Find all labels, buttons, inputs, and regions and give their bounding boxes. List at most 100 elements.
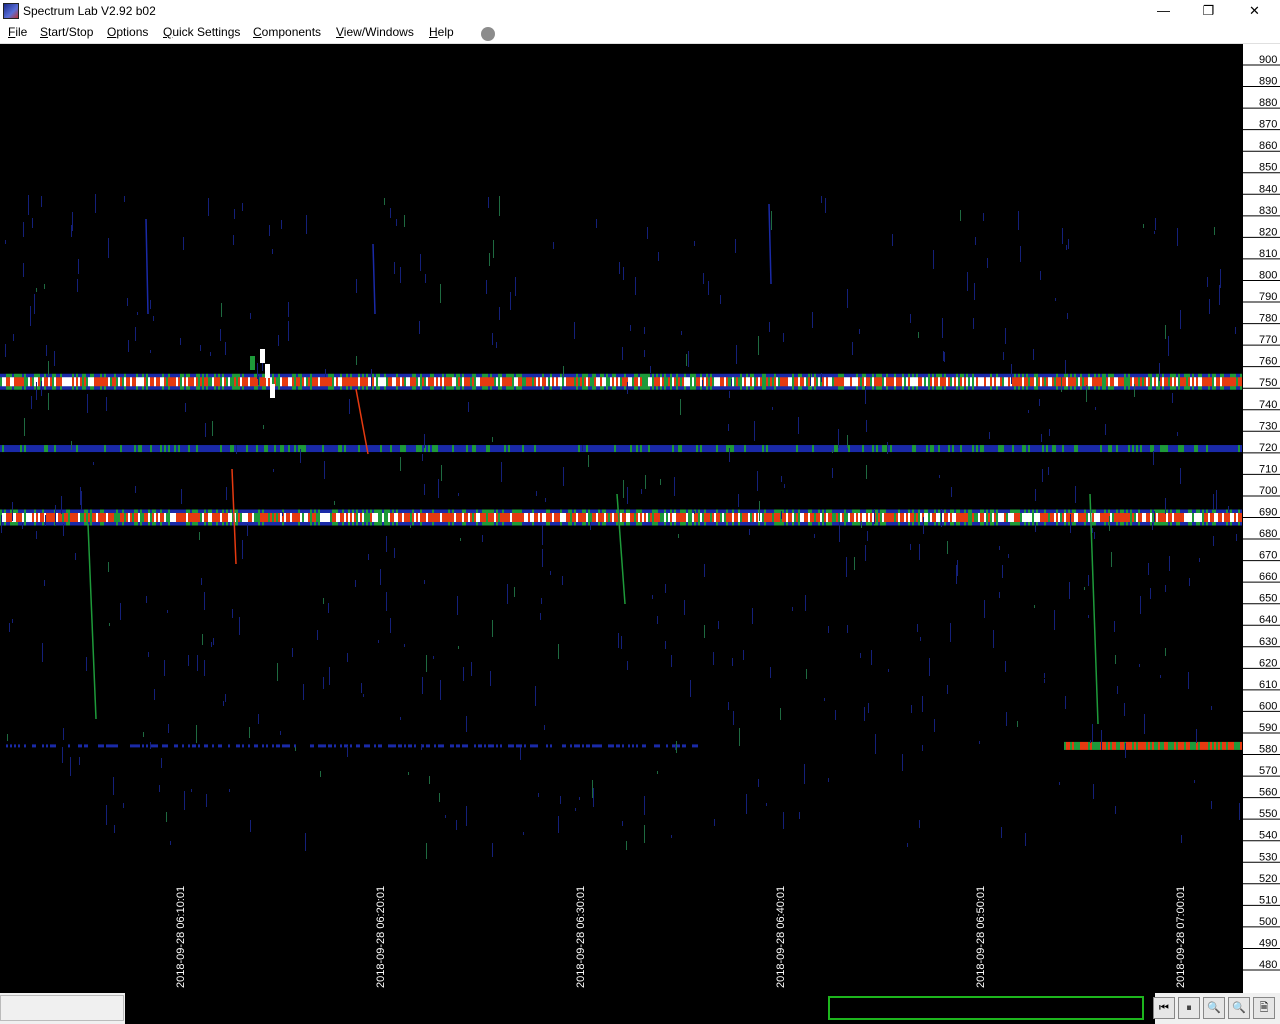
band-segment [320, 445, 322, 453]
band-segment [368, 445, 370, 453]
menu-help[interactable]: Help [429, 25, 454, 39]
zoom-out-button[interactable]: 🔍 [1228, 997, 1250, 1019]
band-segment [1206, 513, 1208, 522]
rewind-button[interactable]: ⏮ [1153, 997, 1175, 1019]
band-segment [274, 744, 276, 748]
band-segment [542, 744, 544, 748]
band-segment [462, 744, 464, 748]
band-segment [18, 513, 20, 522]
band-segment [472, 445, 474, 453]
noise-speck [78, 259, 79, 274]
band-segment [606, 744, 608, 748]
noise-speck [404, 215, 405, 227]
band-segment [138, 377, 140, 387]
band-segment [636, 513, 638, 522]
noise-speck [1018, 211, 1019, 230]
band-segment [678, 744, 680, 748]
close-button[interactable]: ✕ [1232, 0, 1277, 23]
band-segment [514, 513, 516, 522]
export-button[interactable]: 🗎 [1253, 997, 1275, 1019]
menu-view-windows[interactable]: View/Windows [336, 25, 414, 39]
band-segment [1130, 513, 1132, 522]
freq-tick-label: 820 [1259, 226, 1277, 238]
band-segment [1144, 513, 1146, 522]
band-segment [394, 377, 396, 387]
band-segment [724, 513, 726, 522]
band-segment [584, 445, 586, 453]
band-segment [376, 513, 378, 522]
noise-speck [438, 479, 439, 498]
band-segment [586, 744, 588, 748]
noise-speck [623, 480, 624, 498]
band-segment [198, 445, 200, 453]
band-segment [968, 445, 970, 453]
band-segment [600, 513, 602, 522]
band-segment [1108, 377, 1110, 387]
band-segment [40, 513, 42, 522]
record-indicator-icon[interactable] [481, 27, 495, 41]
noise-speck [956, 565, 957, 584]
band-segment [66, 744, 68, 748]
band-segment [250, 377, 252, 387]
band-segment [282, 744, 284, 748]
band-segment [120, 377, 122, 387]
noise-speck [1008, 554, 1009, 558]
band-segment [398, 744, 400, 748]
band-segment [590, 445, 592, 453]
band-segment [836, 377, 838, 387]
menu-quick-settings[interactable]: Quick Settings [163, 25, 240, 39]
band-segment [890, 513, 892, 522]
spectrogram-waterfall[interactable]: 2018-09-28 06:10:01 2018-09-28 06:20:01 20… [0, 44, 1242, 993]
pause-button[interactable]: ⏸ [1178, 997, 1200, 1019]
noise-speck [799, 812, 800, 819]
band-segment [1214, 377, 1216, 387]
minimize-button[interactable]: — [1141, 0, 1186, 23]
band-segment [0, 377, 2, 387]
band-segment [308, 445, 310, 453]
freq-tick-label: 640 [1259, 614, 1277, 626]
band-segment [358, 744, 360, 748]
band-segment [254, 377, 256, 387]
band-segment [368, 744, 370, 748]
band-segment [1204, 741, 1206, 750]
band-segment [250, 513, 252, 522]
band-segment [478, 744, 480, 748]
band-segment [1078, 741, 1080, 750]
band-segment [1012, 377, 1014, 387]
band-segment [392, 744, 394, 748]
noise-speck [1115, 655, 1116, 664]
menu-options[interactable]: Options [107, 25, 148, 39]
band-segment [572, 513, 574, 522]
band-segment [878, 513, 880, 522]
time-label: 2018-09-28 06:30:01 [575, 886, 587, 988]
menu-start-stop[interactable]: Start/Stop [40, 25, 93, 39]
noise-speck [1228, 506, 1229, 512]
band-segment [1132, 513, 1134, 522]
band-segment [230, 445, 232, 453]
band-segment [498, 445, 500, 453]
band-segment [368, 513, 370, 522]
band-segment [470, 744, 472, 748]
menu-components[interactable]: Components [253, 25, 321, 39]
band-segment [1192, 513, 1194, 522]
band-segment [304, 744, 306, 748]
noise-speck [647, 227, 648, 239]
zoom-in-button[interactable]: 🔍 [1203, 997, 1225, 1019]
noise-speck [1219, 285, 1220, 305]
band-segment [496, 377, 498, 387]
band-segment [592, 377, 594, 387]
menu-file[interactable]: File [8, 25, 27, 39]
maximize-button[interactable]: ❐ [1186, 0, 1231, 23]
band-segment [1214, 741, 1216, 750]
app-icon[interactable] [3, 3, 19, 19]
band-segment [412, 377, 414, 387]
band-segment [796, 513, 798, 522]
band-segment [308, 744, 310, 748]
band-segment [448, 744, 450, 748]
noise-speck [560, 796, 561, 804]
band-segment [456, 377, 458, 387]
band-segment [1168, 741, 1170, 750]
band-segment [182, 513, 184, 522]
noise-speck [384, 198, 385, 205]
band-segment [588, 377, 590, 387]
